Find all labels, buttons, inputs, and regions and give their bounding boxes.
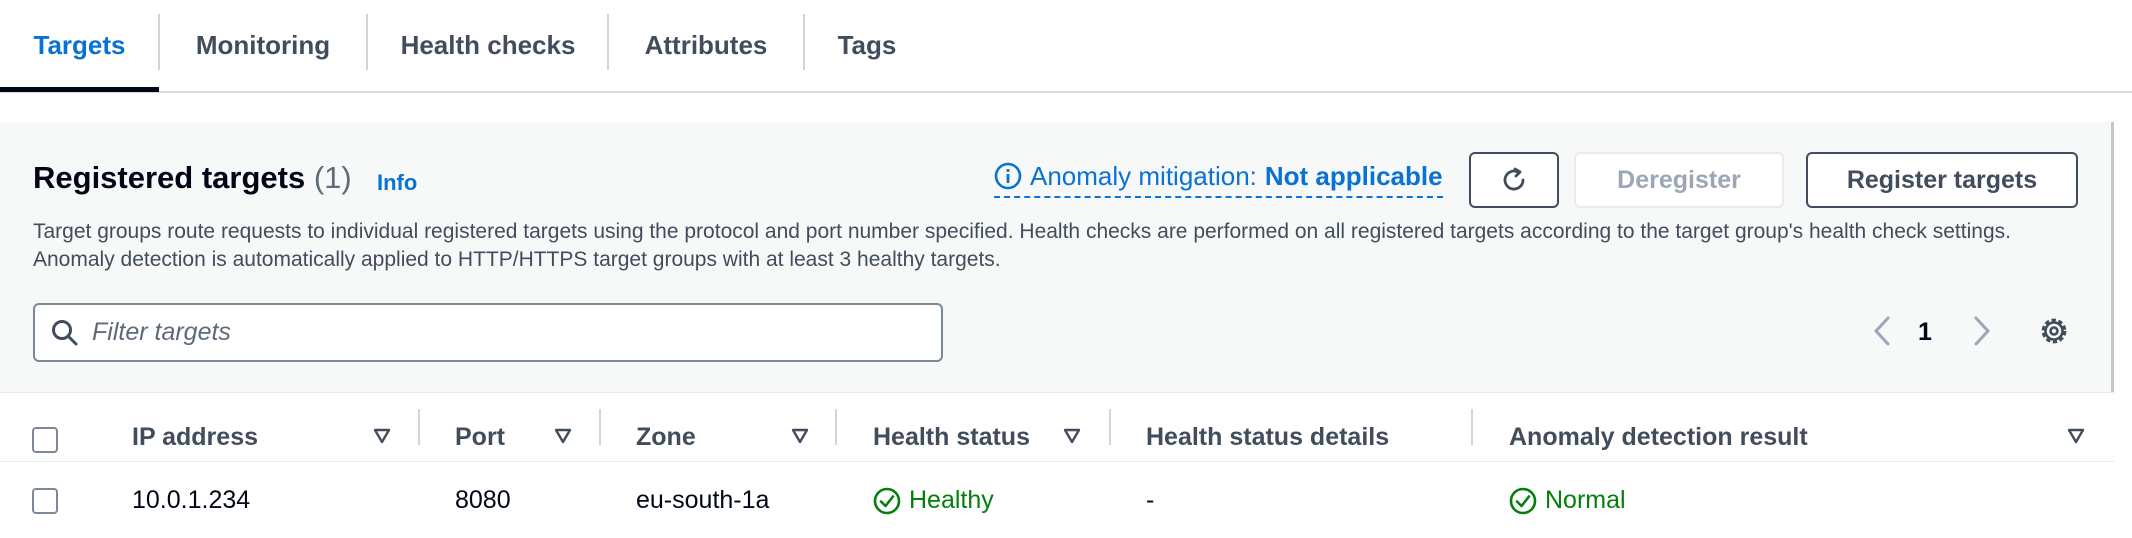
cell-anomaly-detection-result: Normal (1509, 486, 1626, 515)
active-tab-indicator (0, 87, 159, 92)
search-icon (52, 319, 78, 345)
anomaly-mitigation-value: Not applicable (1264, 160, 1443, 191)
filter-targets-input[interactable] (92, 318, 912, 347)
select-all-checkbox[interactable] (32, 427, 58, 453)
column-header-health-status-details: Health status details (1146, 423, 1390, 451)
cell-port: 8080 (455, 486, 511, 514)
sort-caret-icon[interactable] (790, 427, 810, 445)
targets-table: IP address Port Zone Health status Healt… (0, 392, 2114, 538)
target-count: (1) (313, 160, 352, 195)
tab-attributes[interactable]: Attributes (609, 0, 803, 91)
gear-icon (2041, 318, 2067, 344)
column-header-ip-address[interactable]: IP address (132, 423, 258, 452)
refresh-button[interactable] (1469, 152, 1559, 208)
column-header-health-status[interactable]: Health status (873, 423, 1030, 452)
info-link[interactable]: Info (377, 170, 417, 196)
cell-zone: eu-south-1a (636, 486, 770, 514)
previous-page-button[interactable] (1868, 313, 1896, 349)
sort-caret-icon[interactable] (553, 427, 573, 445)
cell-health-status-details: - (1146, 486, 1155, 514)
cell-health-status: Healthy (873, 486, 994, 515)
column-header-anomaly-detection-result[interactable]: Anomaly detection result (1509, 423, 1808, 452)
column-header-port[interactable]: Port (455, 423, 505, 452)
register-targets-button[interactable]: Register targets (1806, 152, 2078, 208)
current-page-number[interactable]: 1 (1918, 318, 1932, 347)
anomaly-mitigation-link[interactable]: Anomaly mitigation: Not applicable (994, 158, 1443, 198)
column-divider[interactable] (835, 409, 837, 445)
column-divider[interactable] (418, 409, 420, 445)
column-divider[interactable] (599, 409, 601, 445)
sort-caret-icon[interactable] (2066, 427, 2086, 445)
tab-tags[interactable]: Tags (805, 0, 929, 91)
chevron-left-icon (1874, 316, 1890, 346)
check-circle-icon (1509, 487, 1537, 514)
row-select-checkbox[interactable] (32, 488, 58, 514)
tab-targets[interactable]: Targets (0, 0, 159, 91)
column-divider[interactable] (1471, 409, 1473, 445)
anomaly-mitigation-label: Anomaly mitigation: (1030, 160, 1257, 191)
chevron-right-icon (1974, 316, 1990, 346)
tab-bar: Targets Monitoring Health checks Attribu… (0, 0, 2132, 93)
table-preferences-button[interactable] (2036, 313, 2072, 349)
next-page-button[interactable] (1968, 313, 1996, 349)
column-header-zone[interactable]: Zone (636, 423, 696, 452)
header-row-separator (0, 461, 2114, 462)
check-circle-icon (873, 487, 901, 514)
panel-title-text: Registered targets (33, 160, 306, 195)
filter-targets-field[interactable] (33, 303, 943, 362)
panel-description: Target groups route requests to individu… (33, 220, 2011, 271)
panel-title: Registered targets (1) (33, 160, 352, 196)
health-status-text: Healthy (909, 486, 994, 514)
tab-monitoring[interactable]: Monitoring (160, 0, 366, 91)
registered-targets-panel: Registered targets (1) Info Anomaly miti… (0, 122, 2114, 538)
cell-ip-address: 10.0.1.234 (132, 486, 251, 514)
column-divider[interactable] (1109, 409, 1111, 445)
sort-caret-icon[interactable] (372, 427, 392, 445)
sort-caret-icon[interactable] (1062, 427, 1082, 445)
anomaly-result-text: Normal (1545, 486, 1626, 514)
deregister-button[interactable]: Deregister (1574, 152, 1784, 208)
tab-health-checks[interactable]: Health checks (368, 0, 608, 91)
info-circle-icon (994, 162, 1022, 190)
refresh-icon (1503, 167, 1525, 191)
